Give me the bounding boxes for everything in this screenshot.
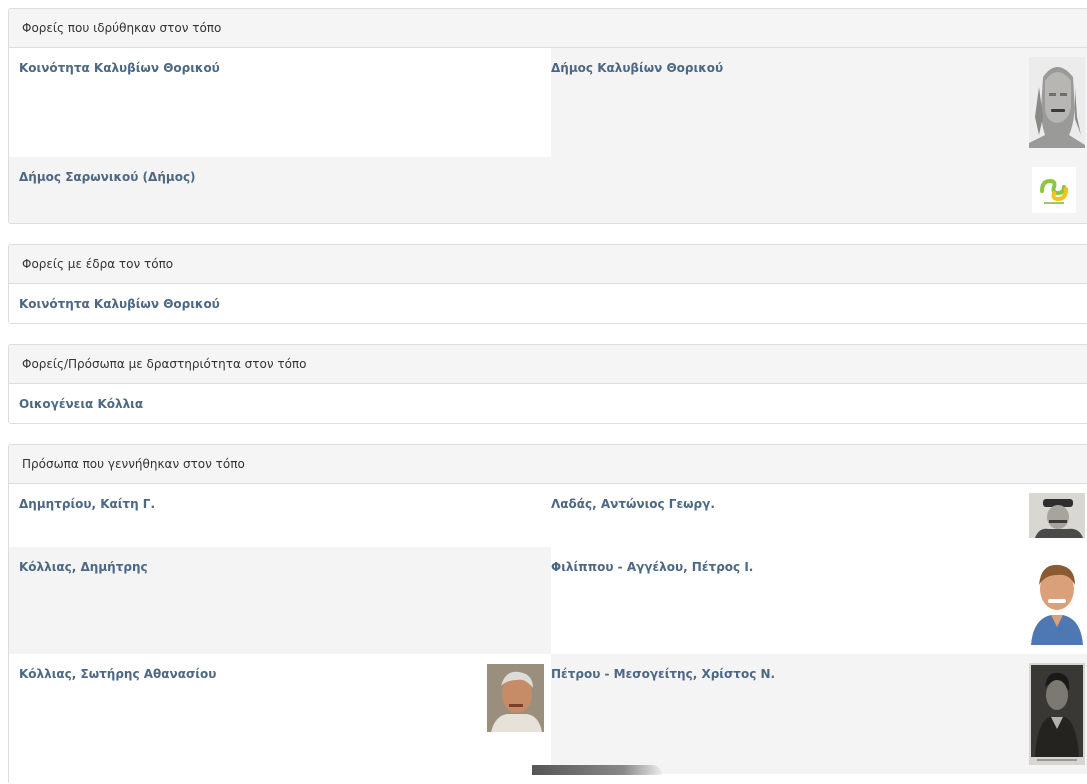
entity-link[interactable]: Κοινότητα Καλυβίων Θορικού: [19, 61, 220, 75]
panel-heading: Φορείς/Πρόσωπα με δραστηριότητα στον τόπ…: [9, 345, 1087, 384]
panel-heading: Φορείς που ιδρύθηκαν στον τόπο: [9, 9, 1087, 48]
portrait-photo[interactable]: [1029, 663, 1085, 765]
entity-link[interactable]: Κοινότητα Καλυβίων Θορικού: [19, 297, 220, 311]
list-item: Δημητρίου, Καίτη Γ.: [9, 484, 551, 547]
panel-based-organizations: Φορείς με έδρα τον τόπο Κοινότητα Καλυβί…: [8, 244, 1087, 324]
list-item: Πέτρου - Μεσογείτης, Χρίστος Ν.: [551, 654, 1087, 774]
person-link[interactable]: Κόλλιας, Δημήτρης: [19, 560, 148, 574]
saronikos-logo-image[interactable]: [1032, 167, 1076, 213]
person-link[interactable]: Φιλίππου - Αγγέλου, Πέτρος Ι.: [551, 560, 753, 574]
portrait-photo[interactable]: [1029, 555, 1085, 645]
portrait-photo[interactable]: [1029, 493, 1085, 538]
person-link[interactable]: Κόλλιας, Σωτήρης Αθανασίου: [19, 667, 216, 681]
list-item: Κοινότητα Καλυβίων Θορικού: [9, 48, 551, 157]
entity-link[interactable]: Οικογένεια Κόλλια: [19, 397, 143, 411]
panel-heading: Πρόσωπα που γεννήθηκαν στον τόπο: [9, 445, 1087, 484]
list-item: Κόλλιας, Σωτήρης Αθανασίου: [9, 654, 551, 774]
list-item: Λαδάς, Αντώνιος Γεωργ.: [551, 484, 1087, 547]
person-link[interactable]: Πέτρου - Μεσογείτης, Χρίστος Ν.: [551, 667, 775, 681]
person-link[interactable]: Λαδάς, Αντώνιος Γεωργ.: [551, 497, 715, 511]
entity-link[interactable]: Δήμος Σαρωνικού (Δήμος): [19, 170, 196, 184]
list-item: Οικογένεια Κόλλια: [9, 384, 1087, 423]
list-item: Φιλίππου - Αγγέλου, Πέτρος Ι.: [551, 547, 1087, 654]
panel-born-persons: Πρόσωπα που γεννήθηκαν στον τόπο Δημητρί…: [8, 444, 1087, 784]
list-item: Δήμος Καλυβίων Θορικού: [551, 48, 1087, 157]
entity-link[interactable]: Δήμος Καλυβίων Θορικού: [551, 61, 723, 75]
panel-active-organizations: Φορείς/Πρόσωπα με δραστηριότητα στον τόπ…: [8, 344, 1087, 424]
panel-founded-organizations: Φορείς που ιδρύθηκαν στον τόπο Κοινότητα…: [8, 8, 1087, 224]
person-link[interactable]: Δημητρίου, Καίτη Γ.: [19, 497, 155, 511]
list-item: Κόλλιας, Δημήτρης: [9, 547, 551, 654]
portrait-photo[interactable]: [487, 664, 544, 732]
list-item: Δήμος Σαρωνικού (Δήμος): [9, 157, 1087, 223]
list-item: Κοινότητα Καλυβίων Θορικού: [9, 284, 1087, 323]
kouros-statue-image[interactable]: [1029, 57, 1085, 148]
scroll-shadow: [532, 765, 662, 775]
panel-heading: Φορείς με έδρα τον τόπο: [9, 245, 1087, 284]
